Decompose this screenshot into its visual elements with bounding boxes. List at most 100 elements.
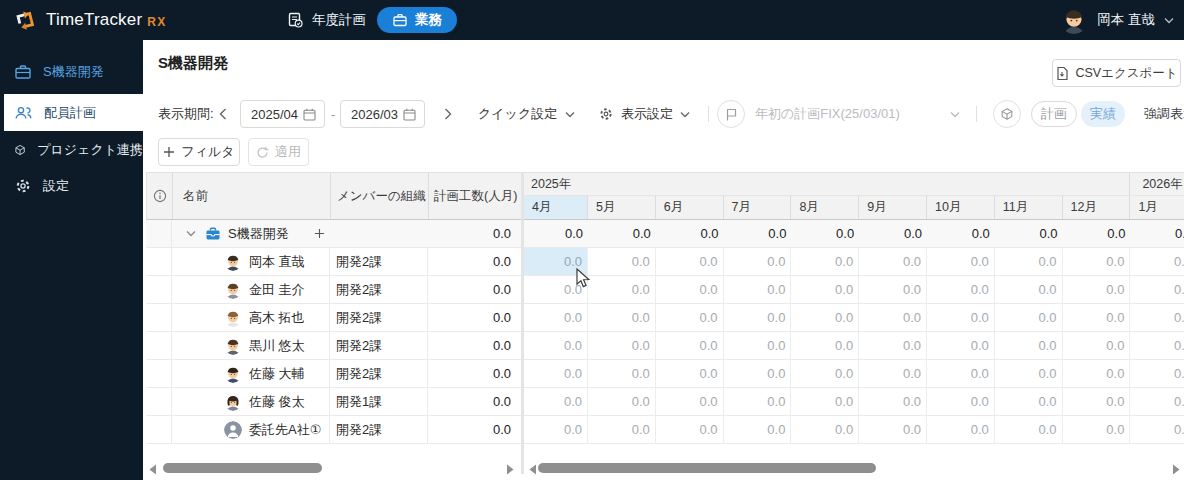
scroll-left-icon[interactable]: [528, 464, 537, 475]
member-name-cell[interactable]: 佐藤 俊太: [172, 388, 330, 415]
member-month-value[interactable]: 0.0: [588, 360, 656, 387]
member-month-value[interactable]: 0.0: [524, 360, 588, 387]
member-month-value[interactable]: 0.0: [927, 388, 995, 415]
member-month-value[interactable]: 0.0: [995, 332, 1063, 359]
member-month-value[interactable]: 0.0: [791, 388, 859, 415]
filter-button[interactable]: フィルタ: [158, 138, 240, 166]
member-month-value[interactable]: 0.0: [588, 276, 656, 303]
member-month-value[interactable]: 0.0: [859, 416, 927, 443]
month-header-5月[interactable]: 5月: [588, 196, 656, 219]
member-month-value[interactable]: 0.0: [724, 360, 792, 387]
member-month-value[interactable]: 0.0: [927, 276, 995, 303]
member-month-value[interactable]: 0.0: [724, 388, 792, 415]
apply-button[interactable]: 適用: [248, 138, 309, 166]
member-month-value[interactable]: 0.0: [791, 248, 859, 275]
sidebar-item-staffing-plan[interactable]: 配員計画: [4, 94, 143, 131]
member-month-value[interactable]: 0.0: [1063, 360, 1131, 387]
snapshot-dropdown[interactable]: [950, 100, 960, 128]
member-month-value[interactable]: 0.0: [524, 388, 588, 415]
month-header-12月[interactable]: 12月: [1063, 196, 1131, 219]
member-month-value[interactable]: 0.0: [791, 332, 859, 359]
member-month-value[interactable]: 0.0: [1063, 416, 1131, 443]
member-month-value[interactable]: 0.0: [859, 248, 927, 275]
member-month-value[interactable]: 0.0: [1130, 248, 1184, 275]
member-month-value[interactable]: 0.0: [927, 248, 995, 275]
member-name-cell[interactable]: 黒川 悠太: [172, 332, 330, 359]
member-month-value[interactable]: 0.0: [656, 304, 724, 331]
member-name-cell[interactable]: 委託先A社①: [172, 416, 330, 443]
member-month-value[interactable]: 0.0: [859, 360, 927, 387]
sidebar-item-settings[interactable]: 設定: [0, 169, 143, 203]
member-month-value[interactable]: 0.0: [588, 416, 656, 443]
collapse-chevron-icon[interactable]: [186, 230, 196, 237]
member-month-value[interactable]: 0.0: [524, 416, 588, 443]
month-header-6月[interactable]: 6月: [656, 196, 724, 219]
month-header-7月[interactable]: 7月: [724, 196, 792, 219]
member-month-value[interactable]: 0.0: [524, 332, 588, 359]
scroll-left-icon[interactable]: [148, 464, 157, 475]
member-name-cell[interactable]: 金田 圭介: [172, 276, 330, 303]
member-month-value[interactable]: 0.0: [995, 276, 1063, 303]
info-column-header[interactable]: [147, 173, 173, 219]
scroll-right-icon[interactable]: [506, 464, 515, 475]
member-month-value[interactable]: 0.0: [859, 276, 927, 303]
mode-cube-button[interactable]: [993, 100, 1021, 128]
csv-export-button[interactable]: CSVエクスポート: [1052, 59, 1181, 87]
member-month-value[interactable]: 0.0: [656, 388, 724, 415]
plan-toggle[interactable]: 計画: [1031, 101, 1077, 127]
member-month-value[interactable]: 0.0: [1130, 416, 1184, 443]
period-next-button[interactable]: [444, 100, 452, 128]
member-name-cell[interactable]: 岡本 直哉: [172, 248, 330, 275]
nav-work[interactable]: 業務: [377, 7, 457, 33]
month-header-9月[interactable]: 9月: [859, 196, 927, 219]
member-month-value[interactable]: 0.0: [1063, 276, 1131, 303]
member-month-value[interactable]: 0.0: [724, 248, 792, 275]
member-month-value[interactable]: 0.0: [1063, 304, 1131, 331]
display-settings-dropdown[interactable]: 表示設定: [598, 100, 690, 128]
highlight-label[interactable]: 強調表示: [1144, 100, 1184, 128]
member-month-value[interactable]: 0.0: [791, 304, 859, 331]
member-name-cell[interactable]: 高木 拓也: [172, 304, 330, 331]
nav-annual-plan[interactable]: 年度計画: [286, 0, 366, 40]
member-month-value[interactable]: 0.0: [524, 304, 588, 331]
member-month-value[interactable]: 0.0: [588, 304, 656, 331]
member-month-value[interactable]: 0.0: [927, 416, 995, 443]
member-month-value[interactable]: 0.0: [1063, 388, 1131, 415]
member-name-cell[interactable]: 佐藤 大輔: [172, 360, 330, 387]
snapshot-flag-button[interactable]: [717, 100, 745, 128]
month-header-8月[interactable]: 8月: [791, 196, 859, 219]
member-month-value[interactable]: 0.0: [724, 304, 792, 331]
member-month-value[interactable]: 0.0: [859, 388, 927, 415]
months-pane-scrollbar-thumb[interactable]: [538, 463, 876, 473]
member-month-value[interactable]: 0.0: [588, 332, 656, 359]
member-month-value[interactable]: 0.0: [588, 388, 656, 415]
member-month-value[interactable]: 0.0: [995, 388, 1063, 415]
member-month-value[interactable]: 0.0: [859, 304, 927, 331]
member-month-value[interactable]: 0.0: [995, 304, 1063, 331]
add-member-button[interactable]: [314, 228, 325, 239]
period-end-input[interactable]: 2026/03: [340, 100, 425, 128]
member-month-value[interactable]: 0.0: [588, 248, 656, 275]
member-month-value[interactable]: 0.0: [995, 416, 1063, 443]
fixed-pane-scrollbar-thumb[interactable]: [163, 463, 322, 473]
member-month-value[interactable]: 0.0: [656, 276, 724, 303]
member-month-value[interactable]: 0.0: [656, 332, 724, 359]
member-month-value[interactable]: 0.0: [724, 416, 792, 443]
month-header-11月[interactable]: 11月: [995, 196, 1063, 219]
member-month-value[interactable]: 0.0: [1130, 388, 1184, 415]
member-month-value[interactable]: 0.0: [927, 304, 995, 331]
month-header-4月[interactable]: 4月: [524, 196, 588, 219]
member-month-value[interactable]: 0.0: [927, 360, 995, 387]
month-header-10月[interactable]: 10月: [927, 196, 995, 219]
member-month-value[interactable]: 0.0: [1130, 276, 1184, 303]
member-month-value[interactable]: 0.0: [1130, 304, 1184, 331]
quick-settings-dropdown[interactable]: クイック設定: [478, 100, 575, 128]
member-month-value[interactable]: 0.0: [656, 248, 724, 275]
member-month-value[interactable]: 0.0: [791, 276, 859, 303]
column-header-name[interactable]: 名前: [173, 173, 331, 219]
member-month-value[interactable]: 0.0: [724, 332, 792, 359]
member-month-value[interactable]: 0.0: [995, 360, 1063, 387]
member-month-value[interactable]: 0.0: [1130, 332, 1184, 359]
scroll-right-icon[interactable]: [1172, 464, 1181, 475]
member-month-value[interactable]: 0.0: [656, 360, 724, 387]
